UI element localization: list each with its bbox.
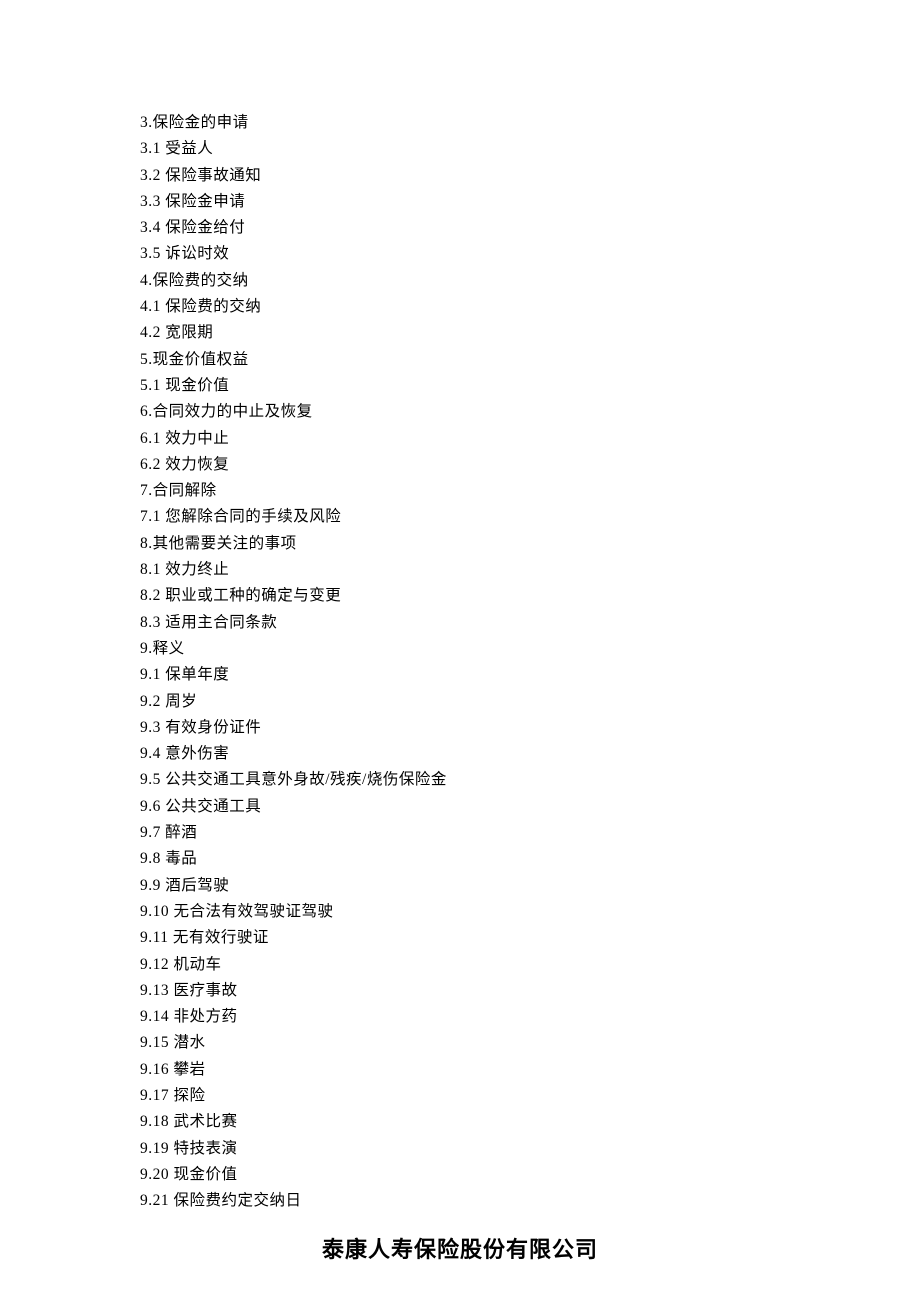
toc-item: 3.保险金的申请	[140, 110, 920, 136]
toc-item: 5.1 现金价值	[140, 373, 920, 399]
toc-item: 3.1 受益人	[140, 136, 920, 162]
toc-item: 9.17 探险	[140, 1083, 920, 1109]
toc-item: 9.19 特技表演	[140, 1136, 920, 1162]
toc-item: 9.7 醉酒	[140, 820, 920, 846]
toc-item: 3.5 诉讼时效	[140, 241, 920, 267]
toc-item: 9.4 意外伤害	[140, 741, 920, 767]
company-name-heading: 泰康人寿保险股份有限公司	[0, 1232, 920, 1264]
toc-item: 9.14 非处方药	[140, 1004, 920, 1030]
toc-item: 4.1 保险费的交纳	[140, 294, 920, 320]
toc-item: 4.2 宽限期	[140, 320, 920, 346]
toc-item: 9.16 攀岩	[140, 1057, 920, 1083]
toc-item: 9.3 有效身份证件	[140, 715, 920, 741]
toc-item: 9.15 潜水	[140, 1030, 920, 1056]
toc-item: 8.其他需要关注的事项	[140, 531, 920, 557]
toc-item: 8.2 职业或工种的确定与变更	[140, 583, 920, 609]
toc-item: 9.释义	[140, 636, 920, 662]
toc-item: 9.2 周岁	[140, 689, 920, 715]
toc-item: 9.6 公共交通工具	[140, 794, 920, 820]
toc-item: 3.2 保险事故通知	[140, 163, 920, 189]
toc-item: 9.18 武术比赛	[140, 1109, 920, 1135]
toc-item: 3.4 保险金给付	[140, 215, 920, 241]
toc-item: 9.10 无合法有效驾驶证驾驶	[140, 899, 920, 925]
toc-item: 8.1 效力终止	[140, 557, 920, 583]
toc-item: 9.13 医疗事故	[140, 978, 920, 1004]
toc-item: 9.1 保单年度	[140, 662, 920, 688]
toc-item: 4.保险费的交纳	[140, 268, 920, 294]
toc-item: 8.3 适用主合同条款	[140, 610, 920, 636]
toc-item: 9.11 无有效行驶证	[140, 925, 920, 951]
toc-item: 9.20 现金价值	[140, 1162, 920, 1188]
toc-item: 9.12 机动车	[140, 952, 920, 978]
toc-item: 9.5 公共交通工具意外身故/残疾/烧伤保险金	[140, 767, 920, 793]
toc-item: 6.合同效力的中止及恢复	[140, 399, 920, 425]
toc-item: 5.现金价值权益	[140, 347, 920, 373]
table-of-contents: 3.保险金的申请 3.1 受益人 3.2 保险事故通知 3.3 保险金申请 3.…	[140, 110, 920, 1214]
toc-item: 9.8 毒品	[140, 846, 920, 872]
toc-item: 7.合同解除	[140, 478, 920, 504]
toc-item: 6.2 效力恢复	[140, 452, 920, 478]
toc-item: 9.21 保险费约定交纳日	[140, 1188, 920, 1214]
toc-item: 6.1 效力中止	[140, 426, 920, 452]
toc-item: 9.9 酒后驾驶	[140, 873, 920, 899]
toc-item: 3.3 保险金申请	[140, 189, 920, 215]
toc-item: 7.1 您解除合同的手续及风险	[140, 504, 920, 530]
